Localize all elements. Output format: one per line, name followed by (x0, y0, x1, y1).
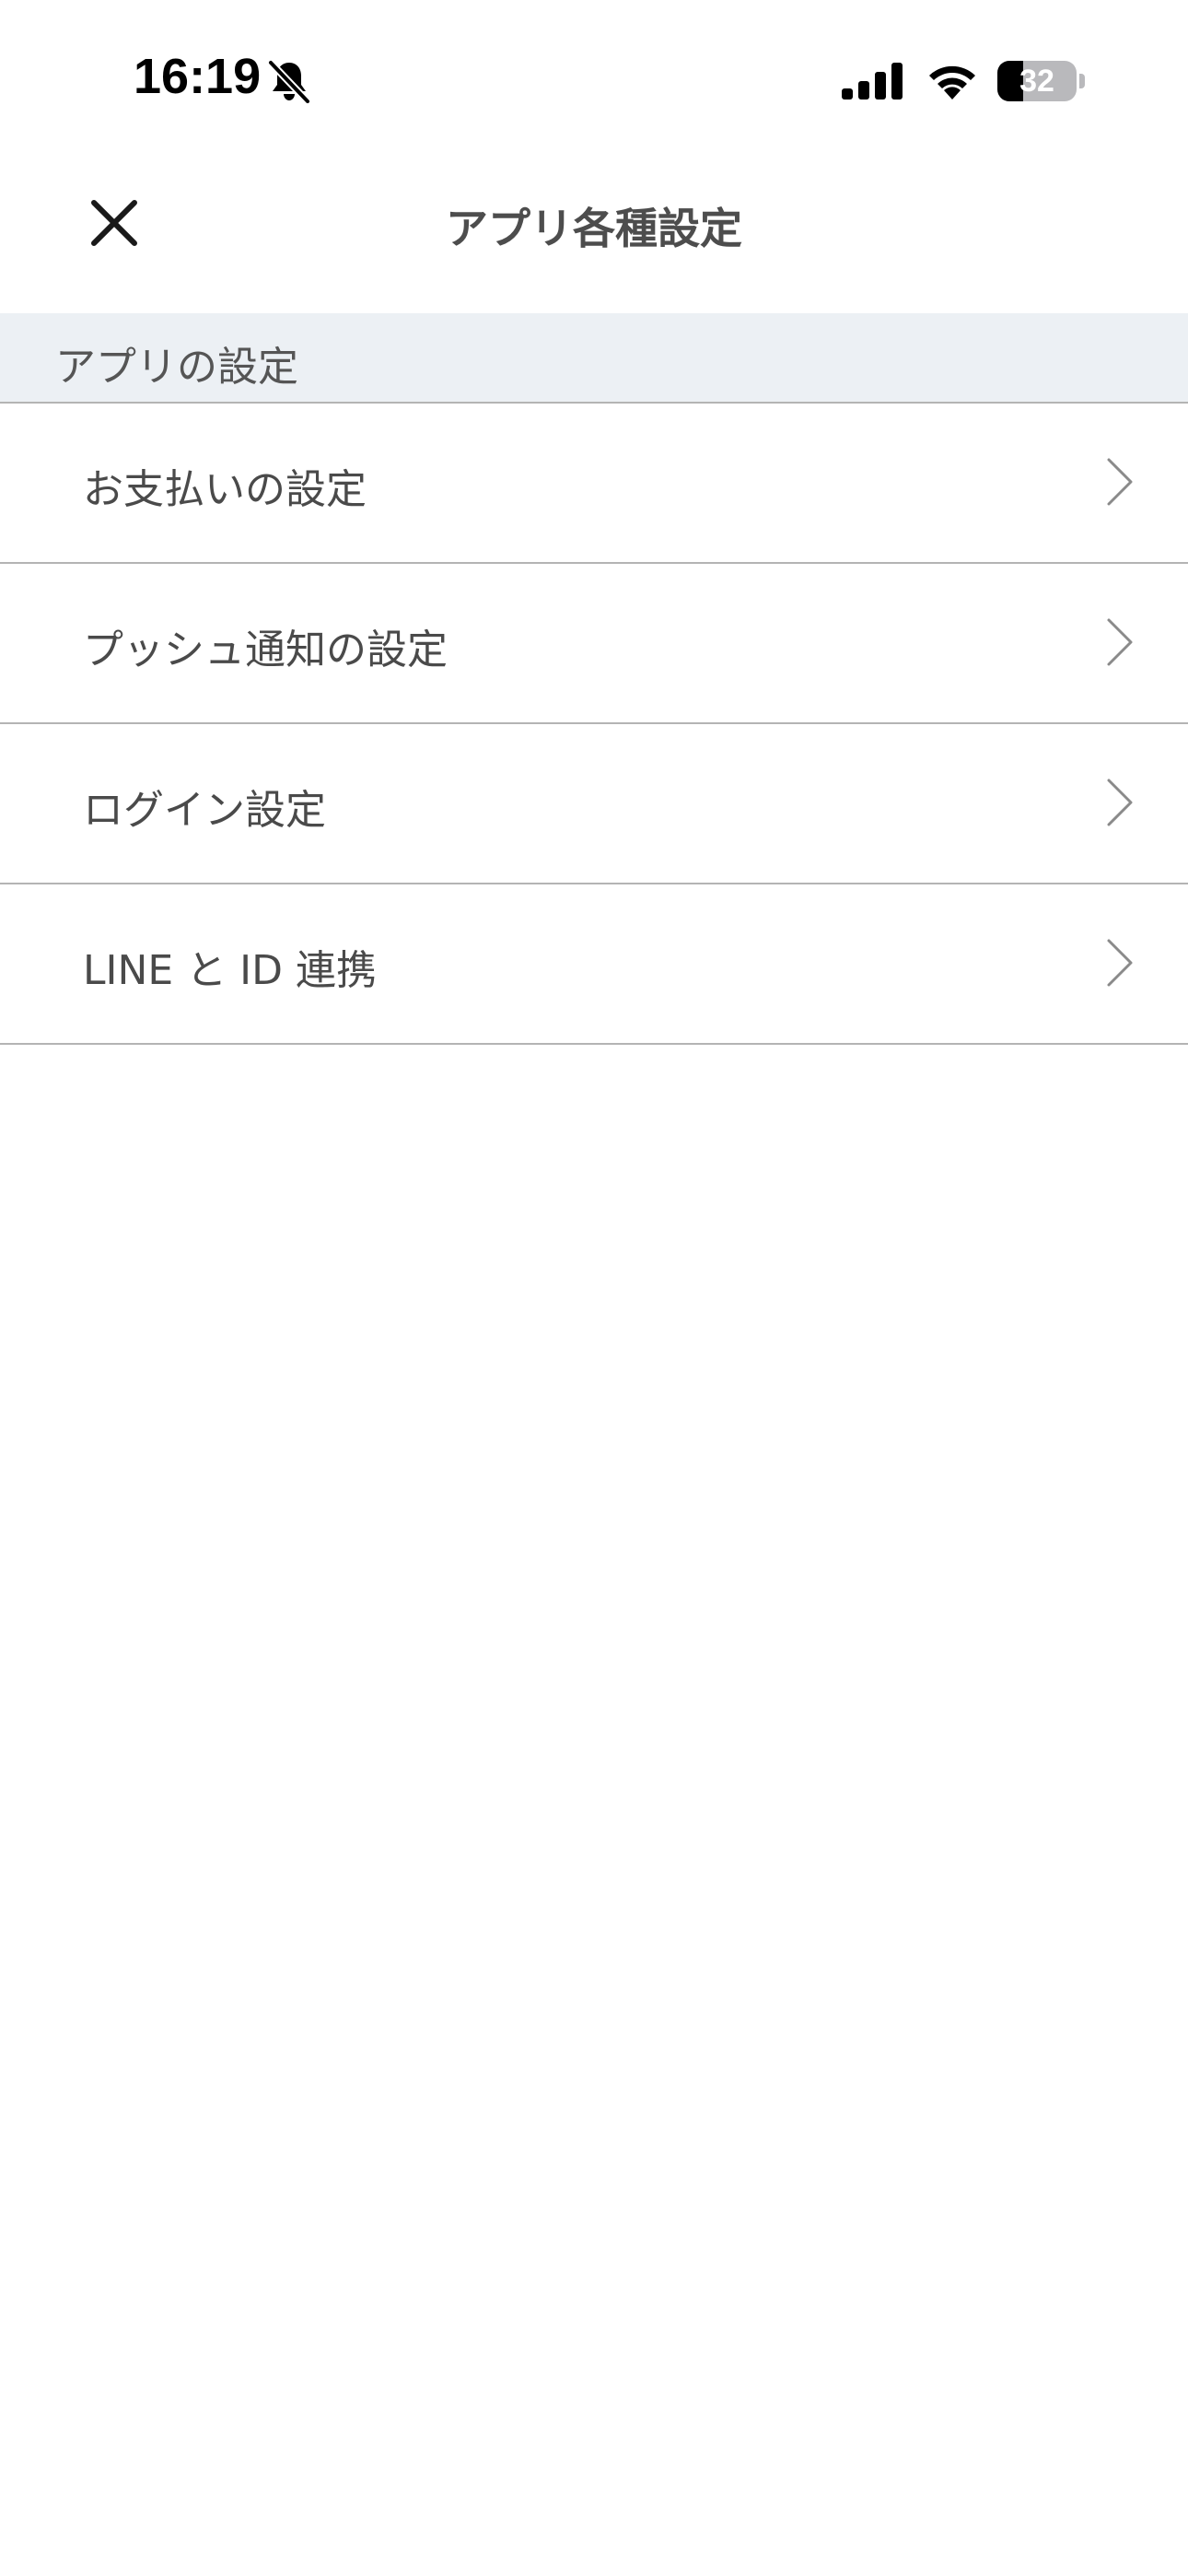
section-header: アプリの設定 (0, 313, 1188, 404)
status-bar: 16:19 32 (0, 0, 1188, 157)
bell-slash-icon (268, 60, 310, 103)
list-item-login-settings[interactable]: ログイン設定 (0, 724, 1188, 884)
page-title: アプリ各種設定 (446, 204, 742, 253)
chevron-right-icon (1107, 779, 1133, 826)
settings-list: お支払いの設定 プッシュ通知の設定 ログイン設定 LINE と ID 連携 (0, 404, 1188, 1045)
list-item-payment-settings[interactable]: お支払いの設定 (0, 404, 1188, 564)
chevron-right-icon (1107, 458, 1133, 506)
list-item-push-notification-settings[interactable]: プッシュ通知の設定 (0, 564, 1188, 724)
list-item-label: ログイン設定 (83, 787, 326, 834)
list-item-line-id-link[interactable]: LINE と ID 連携 (0, 884, 1188, 1045)
battery-tip (1079, 74, 1085, 88)
header: アプリ各種設定 (0, 157, 1188, 313)
list-item-label: プッシュ通知の設定 (83, 626, 448, 673)
list-item-label: お支払いの設定 (83, 466, 367, 513)
wifi-icon (929, 65, 975, 100)
battery-icon: 32 (997, 61, 1086, 101)
section-title: アプリの設定 (55, 344, 298, 391)
battery-level: 32 (1019, 64, 1054, 99)
list-item-label: LINE と ID 連携 (83, 947, 378, 994)
chevron-right-icon (1107, 618, 1133, 666)
battery-body: 32 (997, 61, 1077, 101)
cellular-signal-icon (842, 63, 903, 100)
chevron-right-icon (1107, 939, 1133, 987)
status-time: 16:19 (134, 49, 262, 104)
